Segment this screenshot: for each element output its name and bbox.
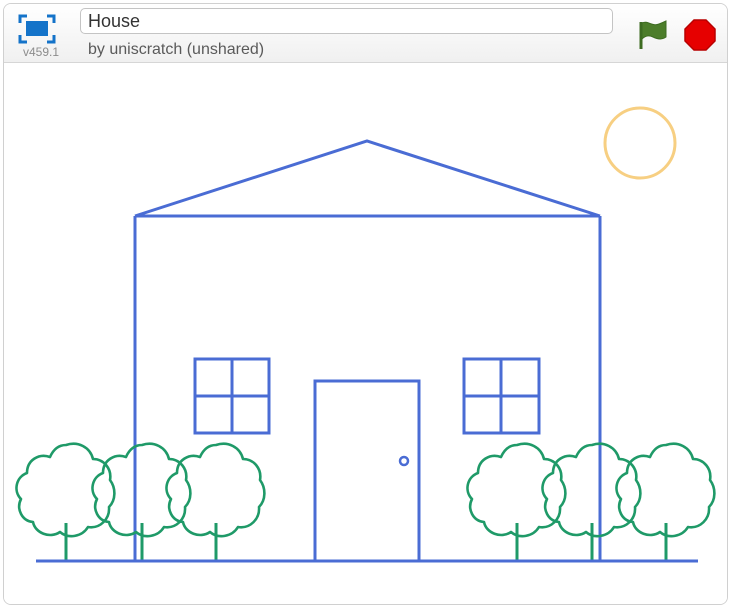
tree [14, 442, 116, 562]
fullscreen-icon [18, 14, 56, 44]
project-player: v459.1 by uniscratch (unshared) [3, 3, 728, 605]
stage-drawing [14, 106, 716, 563]
tree [465, 442, 567, 562]
project-title-input[interactable] [80, 8, 613, 34]
green-flag-button[interactable] [635, 18, 669, 50]
house-door [313, 379, 421, 563]
player-header: v459.1 by uniscratch (unshared) [4, 4, 727, 63]
stop-icon [684, 19, 716, 51]
project-byline: by uniscratch (unshared) [88, 41, 265, 58]
sun [603, 106, 677, 180]
stop-button[interactable] [683, 18, 717, 52]
tree [540, 442, 642, 562]
green-flag-icon [639, 20, 667, 49]
stage[interactable] [4, 63, 727, 604]
tree [90, 442, 192, 562]
tree [614, 442, 716, 562]
house-roof [134, 139, 601, 218]
fullscreen-button[interactable] [18, 14, 56, 44]
version-label: v459.1 [23, 45, 60, 59]
tree [164, 442, 266, 562]
house [133, 139, 602, 563]
door-knob [398, 455, 410, 467]
tree-row [14, 442, 716, 562]
